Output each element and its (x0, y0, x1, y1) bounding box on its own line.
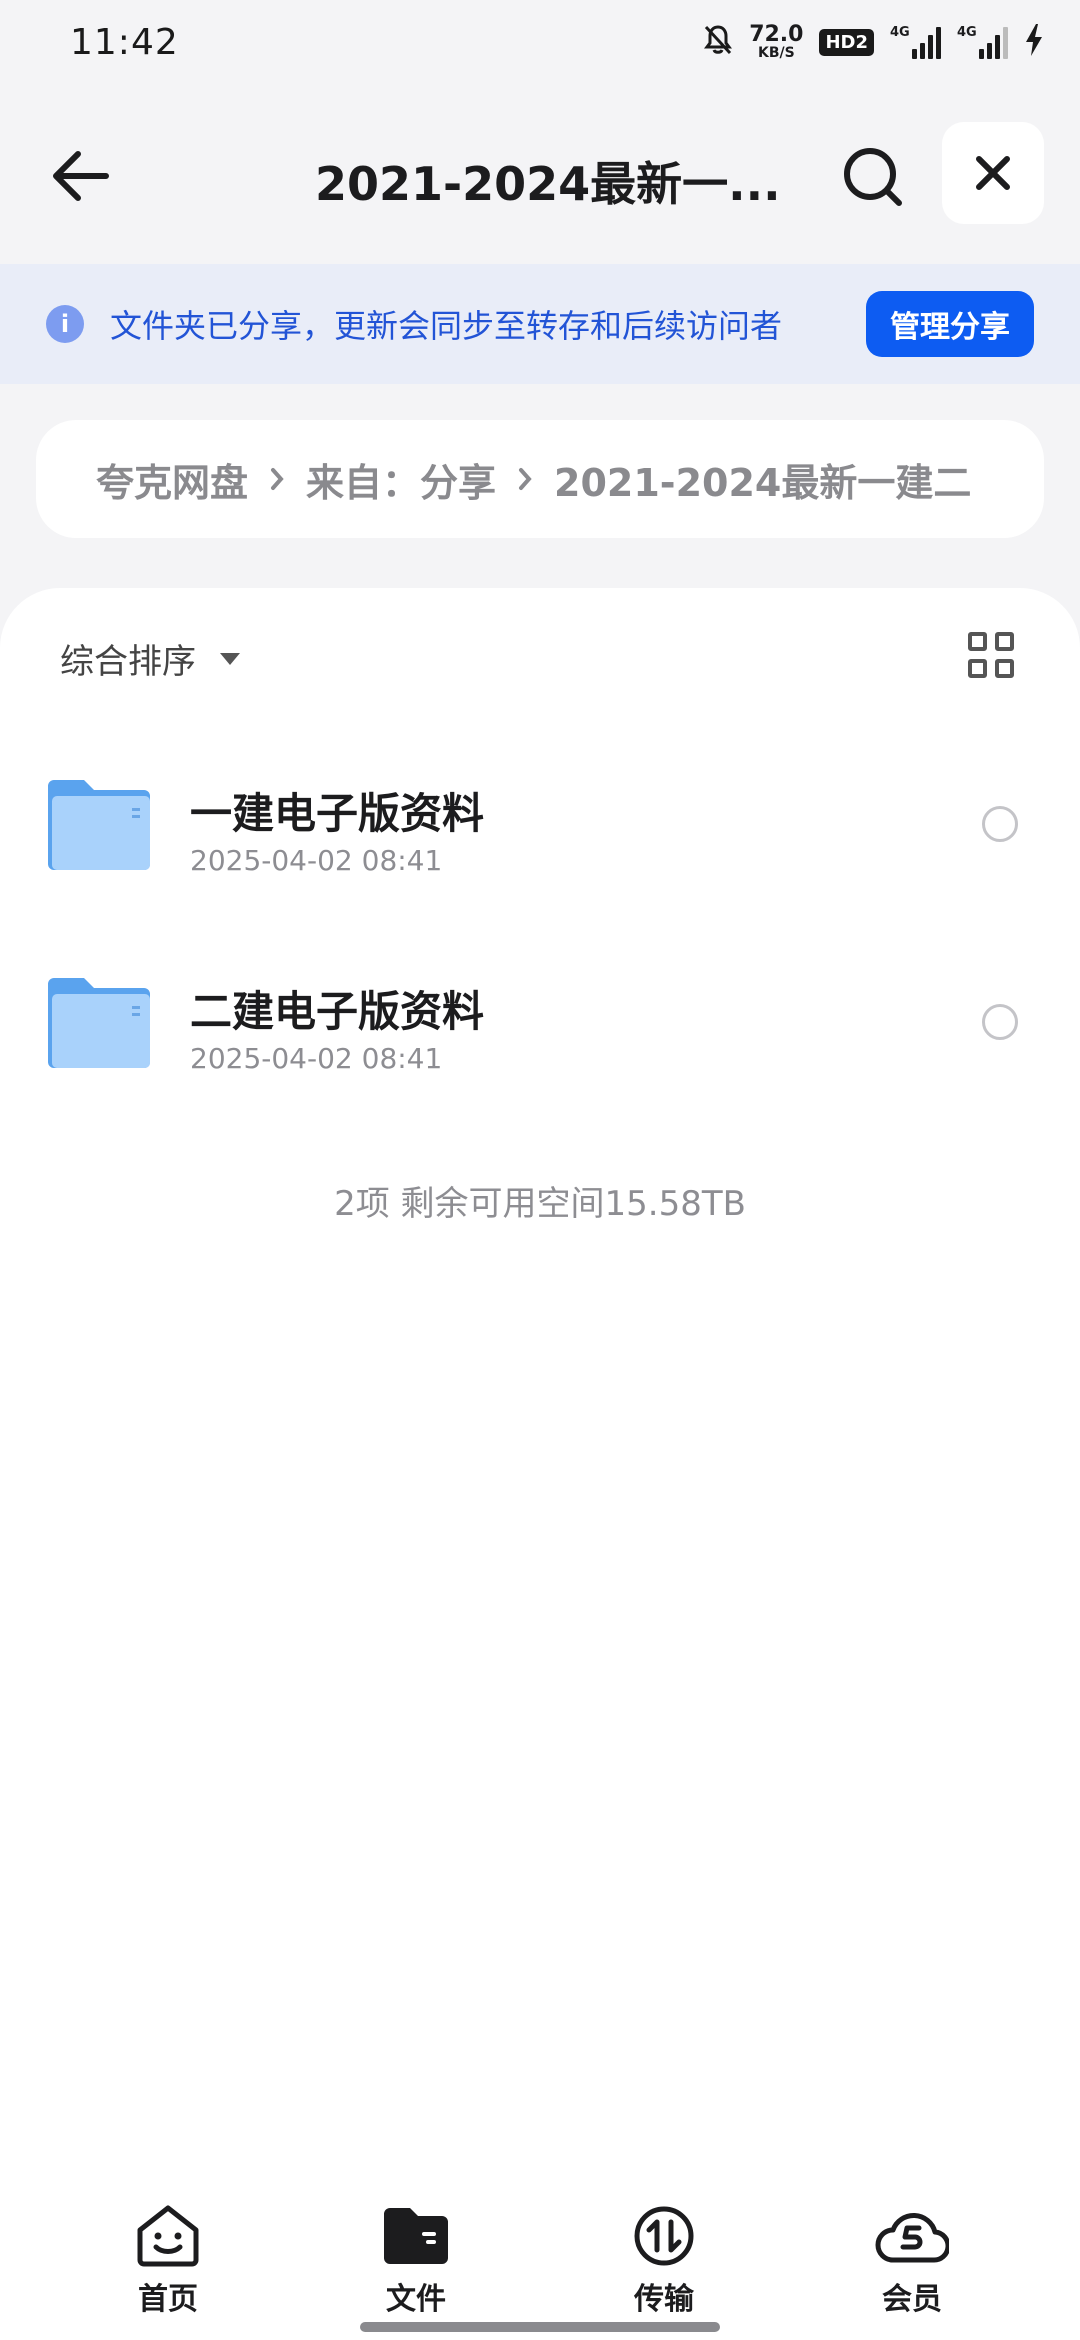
search-button[interactable] (838, 142, 908, 212)
mute-bell-icon (703, 24, 733, 60)
close-button[interactable] (942, 122, 1044, 224)
caret-down-icon (220, 652, 240, 665)
list-item[interactable]: 一建电子版资料 2025-04-02 08:41 (0, 740, 1080, 938)
status-time: 11:42 (70, 21, 179, 63)
charging-icon (1024, 23, 1044, 61)
page-title: 2021-2024最新一... (315, 157, 781, 211)
back-button[interactable] (48, 144, 112, 208)
storage-summary: 2项 剩余可用空间15.58TB (334, 1184, 746, 1224)
nav-item-files[interactable]: 文件 (346, 2204, 486, 2318)
manage-share-button[interactable]: 管理分享 (866, 291, 1034, 357)
breadcrumb-item-current[interactable]: 2021-2024最新一建二 (554, 452, 971, 507)
network-speed: 72.0 KB/S (749, 22, 804, 61)
share-banner: i 文件夹已分享，更新会同步至转存和后续访问者 管理分享 (0, 264, 1080, 384)
folder-icon (384, 2208, 448, 2264)
breadcrumb-item-shared[interactable]: 来自：分享 (306, 452, 496, 507)
arrow-left-icon (53, 151, 109, 201)
file-name: 一建电子版资料 (190, 789, 485, 838)
select-radio[interactable] (982, 1004, 1018, 1040)
close-icon (976, 156, 1010, 190)
list-item[interactable]: 二建电子版资料 2025-04-02 08:41 (0, 938, 1080, 1136)
signal-icon-2: 4G (957, 25, 1008, 59)
member-cloud-icon (875, 2212, 949, 2263)
folder-icon (48, 780, 150, 870)
chevron-right-icon (518, 467, 532, 491)
file-date: 2025-04-02 08:41 (190, 1042, 443, 1075)
smile-icon (137, 2205, 199, 2267)
file-date: 2025-04-02 08:41 (190, 844, 443, 877)
select-radio[interactable] (982, 806, 1018, 842)
search-icon (844, 148, 902, 206)
file-list: 一建电子版资料 2025-04-02 08:41 二建电子版资料 2025-04… (0, 740, 1080, 1136)
nav-item-member[interactable]: 会员 (842, 2204, 982, 2318)
info-icon: i (46, 305, 84, 343)
file-name: 二建电子版资料 (190, 987, 485, 1036)
folder-icon (48, 978, 150, 1068)
file-browser: 综合排序 一建电子版资料 2025-04-02 08:41 二建电子版资料 20… (0, 588, 1080, 2340)
share-notice-text: 文件夹已分享，更新会同步至转存和后续访问者 (110, 307, 783, 345)
hd-badge: HD2 (819, 28, 874, 56)
nav-item-home[interactable]: 首页 (98, 2204, 238, 2318)
status-bar: 11:42 72.0 KB/S HD2 4G 4G (0, 0, 1080, 84)
breadcrumb-item-root[interactable]: 夸克网盘 (96, 452, 248, 507)
grid-view-icon[interactable] (968, 632, 1014, 678)
transfer-icon (634, 2206, 694, 2266)
signal-icon: 4G (890, 25, 941, 59)
breadcrumb: 夸克网盘 来自：分享 2021-2024最新一建二 (36, 420, 1044, 538)
sort-dropdown[interactable]: 综合排序 (60, 634, 240, 683)
sort-label: 综合排序 (60, 642, 196, 682)
home-indicator (360, 2322, 720, 2332)
bottom-nav: 首页 文件 传输 会员 (0, 2190, 1080, 2340)
nav-item-transfer[interactable]: 传输 (594, 2204, 734, 2318)
chevron-right-icon (270, 467, 284, 491)
status-icons: 72.0 KB/S HD2 4G 4G (703, 23, 1044, 61)
top-bar: 2021-2024最新一... (0, 120, 1080, 230)
